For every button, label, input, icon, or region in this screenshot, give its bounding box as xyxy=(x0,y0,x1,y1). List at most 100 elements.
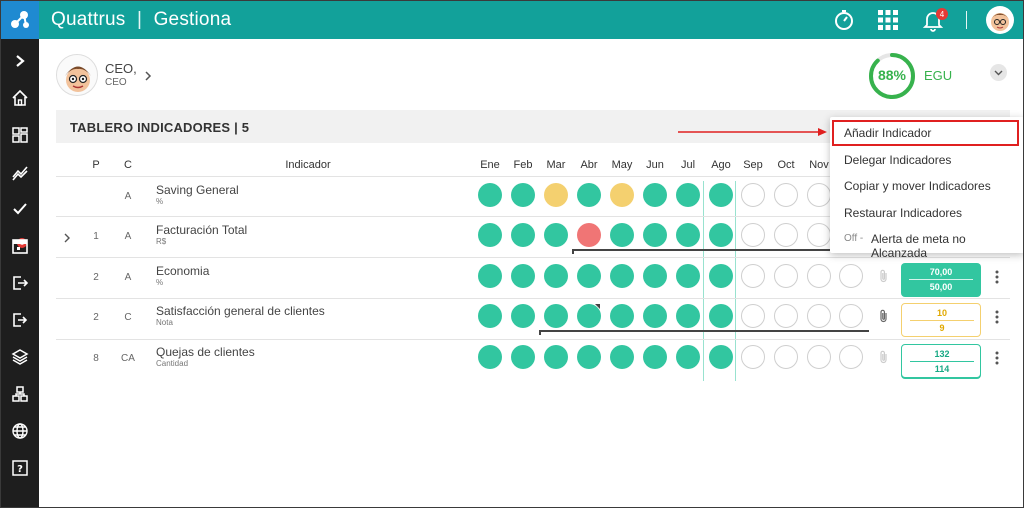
kebab-menu-icon[interactable] xyxy=(994,310,1000,324)
status-dot[interactable] xyxy=(741,183,765,207)
status-dot[interactable] xyxy=(807,223,831,247)
status-dot[interactable] xyxy=(676,304,700,328)
status-dot[interactable] xyxy=(478,264,502,288)
status-dot[interactable] xyxy=(610,183,634,207)
status-dot[interactable] xyxy=(544,183,568,207)
status-dot[interactable] xyxy=(774,264,798,288)
paperclip-icon[interactable] xyxy=(879,350,889,364)
status-dot[interactable] xyxy=(511,304,535,328)
status-dot[interactable] xyxy=(577,223,601,247)
dashboard-icon[interactable] xyxy=(8,123,32,147)
help-icon[interactable]: ? xyxy=(8,456,32,480)
analytics-icon[interactable] xyxy=(8,160,32,184)
import-icon[interactable] xyxy=(8,271,32,295)
status-dot[interactable] xyxy=(774,183,798,207)
status-dot[interactable] xyxy=(544,264,568,288)
toggle-state[interactable]: Off - xyxy=(844,233,863,244)
status-dot[interactable] xyxy=(643,345,667,369)
chevron-right-icon[interactable] xyxy=(143,69,153,81)
status-dot[interactable] xyxy=(577,345,601,369)
row-category: A xyxy=(124,191,132,202)
status-dot[interactable] xyxy=(807,264,831,288)
paperclip-icon[interactable] xyxy=(879,309,889,323)
layers-icon[interactable] xyxy=(8,345,32,369)
app-logo[interactable] xyxy=(1,1,39,39)
status-dot[interactable] xyxy=(709,304,733,328)
goal-box[interactable]: 132 114 xyxy=(901,344,981,378)
calendar-icon[interactable] xyxy=(8,234,32,258)
expand-sidebar-icon[interactable] xyxy=(8,49,32,73)
indicator-name[interactable]: Quejas de clientes xyxy=(156,345,255,359)
status-dot[interactable] xyxy=(478,345,502,369)
tasks-icon[interactable] xyxy=(8,197,32,221)
status-dot[interactable] xyxy=(544,223,568,247)
indicator-name[interactable]: Facturación Total xyxy=(156,223,247,237)
menu-item-delegate-indicators[interactable]: Delegar Indicadores xyxy=(844,153,951,167)
status-dot[interactable] xyxy=(478,304,502,328)
status-dot[interactable] xyxy=(676,183,700,207)
goal-box[interactable]: 70,00 50,00 xyxy=(901,263,981,297)
indicator-name[interactable]: Saving General xyxy=(156,183,239,197)
apps-grid-icon[interactable] xyxy=(875,7,901,33)
indicator-name[interactable]: Economia xyxy=(156,264,209,278)
board-title: TABLERO INDICADORES | 5 xyxy=(70,120,250,135)
status-dot[interactable] xyxy=(478,223,502,247)
export-icon[interactable] xyxy=(8,308,32,332)
status-dot[interactable] xyxy=(709,183,733,207)
status-dot[interactable] xyxy=(643,264,667,288)
status-dot[interactable] xyxy=(511,264,535,288)
status-dot[interactable] xyxy=(676,223,700,247)
status-dot[interactable] xyxy=(839,345,863,369)
collapse-button[interactable] xyxy=(990,64,1007,81)
org-chart-icon[interactable] xyxy=(8,382,32,406)
home-icon[interactable] xyxy=(8,86,32,110)
status-dot[interactable] xyxy=(839,264,863,288)
status-dot[interactable] xyxy=(643,223,667,247)
globe-icon[interactable] xyxy=(8,419,32,443)
menu-item-restore-indicators[interactable]: Restaurar Indicadores xyxy=(844,206,962,220)
status-dot[interactable] xyxy=(676,264,700,288)
column-header-month: Abr xyxy=(580,159,598,171)
timer-icon[interactable] xyxy=(831,7,857,33)
status-dot[interactable] xyxy=(544,304,568,328)
kebab-menu-icon[interactable] xyxy=(994,270,1000,284)
status-dot[interactable] xyxy=(741,223,765,247)
status-dot[interactable] xyxy=(511,345,535,369)
status-dot[interactable] xyxy=(544,345,568,369)
status-dot[interactable] xyxy=(741,345,765,369)
kebab-menu-icon[interactable] xyxy=(994,351,1000,365)
status-dot[interactable] xyxy=(807,304,831,328)
status-dot[interactable] xyxy=(643,304,667,328)
status-dot[interactable] xyxy=(774,345,798,369)
status-dot[interactable] xyxy=(774,223,798,247)
goal-box[interactable]: 10 9 xyxy=(901,303,981,337)
menu-item-goal-alert[interactable]: Alerta de meta no Alcanzada xyxy=(871,232,1023,260)
indicator-name[interactable]: Satisfacción general de clientes xyxy=(156,304,325,318)
status-dot[interactable] xyxy=(511,223,535,247)
status-dot[interactable] xyxy=(610,345,634,369)
avatar[interactable] xyxy=(986,6,1014,34)
status-dot[interactable] xyxy=(643,183,667,207)
status-dot[interactable] xyxy=(577,264,601,288)
status-dot[interactable] xyxy=(478,183,502,207)
status-dot[interactable] xyxy=(676,345,700,369)
status-dot[interactable] xyxy=(774,304,798,328)
status-dot[interactable] xyxy=(741,304,765,328)
status-dot[interactable] xyxy=(709,223,733,247)
status-dot[interactable] xyxy=(511,183,535,207)
status-dot[interactable] xyxy=(741,264,765,288)
status-dot[interactable] xyxy=(610,264,634,288)
period-bracket-tick xyxy=(539,330,541,335)
status-dot[interactable] xyxy=(709,345,733,369)
paperclip-icon[interactable] xyxy=(879,269,889,283)
status-dot[interactable] xyxy=(610,304,634,328)
user-avatar[interactable] xyxy=(56,54,98,96)
status-dot[interactable] xyxy=(807,345,831,369)
status-dot[interactable] xyxy=(807,183,831,207)
menu-item-copy-move-indicators[interactable]: Copiar y mover Indicadores xyxy=(844,179,991,193)
status-dot[interactable] xyxy=(577,183,601,207)
status-dot[interactable] xyxy=(610,223,634,247)
status-dot[interactable] xyxy=(839,304,863,328)
status-dot[interactable] xyxy=(709,264,733,288)
chevron-right-icon[interactable] xyxy=(63,230,71,243)
